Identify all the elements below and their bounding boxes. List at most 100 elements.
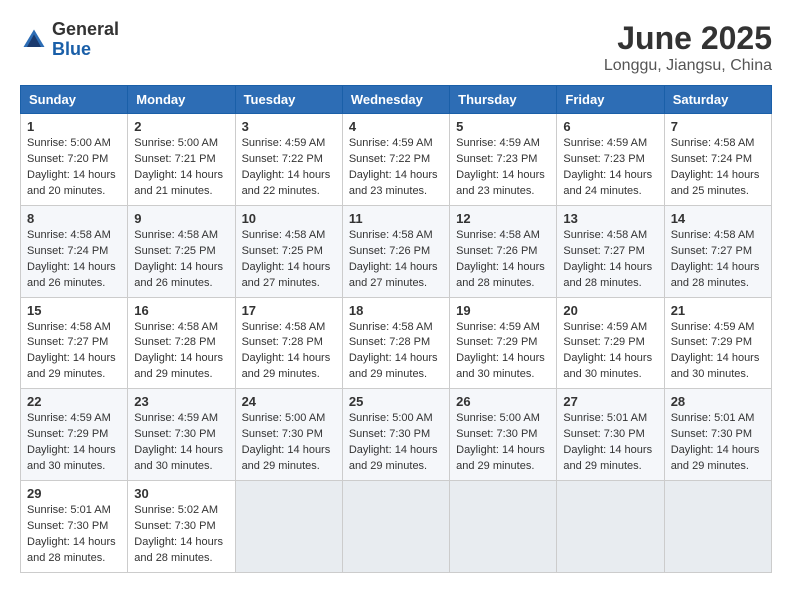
day-info: Sunrise: 4:58 AMSunset: 7:28 PMDaylight:… (242, 320, 336, 384)
day-info: Sunrise: 4:58 AMSunset: 7:26 PMDaylight:… (349, 228, 443, 292)
day-number: 28 (671, 394, 765, 409)
day-number: 15 (27, 303, 121, 318)
table-row: 25 Sunrise: 5:00 AMSunset: 7:30 PMDayligh… (342, 389, 449, 481)
day-number: 5 (456, 119, 550, 134)
table-row: 22Sunrise: 4:59 AMSunset: 7:29 PMDayligh… (21, 389, 128, 481)
day-number: 29 (27, 486, 121, 501)
calendar-week-row: 22Sunrise: 4:59 AMSunset: 7:29 PMDayligh… (21, 389, 772, 481)
day-info: Sunrise: 4:58 AMSunset: 7:27 PMDaylight:… (563, 228, 657, 292)
day-info: Sunrise: 4:59 AMSunset: 7:22 PMDaylight:… (349, 136, 443, 200)
day-number: 23 (134, 394, 228, 409)
day-info: Sunrise: 4:58 AMSunset: 7:28 PMDaylight:… (134, 320, 228, 384)
day-number: 16 (134, 303, 228, 318)
day-info: Sunrise: 4:59 AMSunset: 7:23 PMDaylight:… (456, 136, 550, 200)
day-number: 24 (242, 394, 336, 409)
table-row: 30 Sunrise: 5:02 AMSunset: 7:30 PMDayligh… (128, 481, 235, 573)
table-row: 2 Sunrise: 5:00 AMSunset: 7:21 PMDaylight… (128, 114, 235, 206)
table-row: 28Sunrise: 5:01 AMSunset: 7:30 PMDayligh… (664, 389, 771, 481)
table-row: 3 Sunrise: 4:59 AMSunset: 7:22 PMDaylight… (235, 114, 342, 206)
day-number: 4 (349, 119, 443, 134)
calendar-header-row: Sunday Monday Tuesday Wednesday Thursday… (21, 86, 772, 114)
day-number: 30 (134, 486, 228, 501)
day-info: Sunrise: 4:59 AMSunset: 7:29 PMDaylight:… (456, 320, 550, 384)
calendar-table: Sunday Monday Tuesday Wednesday Thursday… (20, 85, 772, 573)
table-row: 23Sunrise: 4:59 AMSunset: 7:30 PMDayligh… (128, 389, 235, 481)
day-number: 14 (671, 211, 765, 226)
day-info: Sunrise: 5:00 AMSunset: 7:30 PMDaylight:… (456, 411, 550, 475)
header-friday: Friday (557, 86, 664, 114)
header-saturday: Saturday (664, 86, 771, 114)
day-number: 13 (563, 211, 657, 226)
table-row: 14 Sunrise: 4:58 AMSunset: 7:27 PMDayligh… (664, 205, 771, 297)
day-number: 25 (349, 394, 443, 409)
table-row: 9 Sunrise: 4:58 AMSunset: 7:25 PMDaylight… (128, 205, 235, 297)
day-number: 22 (27, 394, 121, 409)
day-info: Sunrise: 4:59 AMSunset: 7:29 PMDaylight:… (671, 320, 765, 384)
day-number: 8 (27, 211, 121, 226)
day-info: Sunrise: 4:59 AMSunset: 7:22 PMDaylight:… (242, 136, 336, 200)
table-row: 17 Sunrise: 4:58 AMSunset: 7:28 PMDayligh… (235, 297, 342, 389)
day-info: Sunrise: 4:58 AMSunset: 7:24 PMDaylight:… (671, 136, 765, 200)
day-number: 21 (671, 303, 765, 318)
day-info: Sunrise: 5:01 AMSunset: 7:30 PMDaylight:… (563, 411, 657, 475)
calendar-week-row: 15Sunrise: 4:58 AMSunset: 7:27 PMDayligh… (21, 297, 772, 389)
day-number: 20 (563, 303, 657, 318)
table-row (342, 481, 449, 573)
day-number: 27 (563, 394, 657, 409)
title-block: June 2025 Longgu, Jiangsu, China (604, 20, 772, 75)
day-info: Sunrise: 5:00 AMSunset: 7:30 PMDaylight:… (242, 411, 336, 475)
table-row (664, 481, 771, 573)
month-title: June 2025 (604, 20, 772, 57)
table-row (450, 481, 557, 573)
calendar-week-row: 1 Sunrise: 5:00 AMSunset: 7:20 PMDaylight… (21, 114, 772, 206)
table-row: 1 Sunrise: 5:00 AMSunset: 7:20 PMDaylight… (21, 114, 128, 206)
table-row: 18 Sunrise: 4:58 AMSunset: 7:28 PMDayligh… (342, 297, 449, 389)
day-info: Sunrise: 5:00 AMSunset: 7:20 PMDaylight:… (27, 136, 121, 200)
calendar-week-row: 29 Sunrise: 5:01 AMSunset: 7:30 PMDayligh… (21, 481, 772, 573)
day-info: Sunrise: 5:00 AMSunset: 7:30 PMDaylight:… (349, 411, 443, 475)
day-info: Sunrise: 4:58 AMSunset: 7:25 PMDaylight:… (134, 228, 228, 292)
logo-general-text: General (52, 20, 119, 40)
table-row: 12Sunrise: 4:58 AMSunset: 7:26 PMDayligh… (450, 205, 557, 297)
day-number: 10 (242, 211, 336, 226)
table-row: 10 Sunrise: 4:58 AMSunset: 7:25 PMDayligh… (235, 205, 342, 297)
calendar-week-row: 8 Sunrise: 4:58 AMSunset: 7:24 PMDaylight… (21, 205, 772, 297)
day-number: 3 (242, 119, 336, 134)
table-row: 13 Sunrise: 4:58 AMSunset: 7:27 PMDayligh… (557, 205, 664, 297)
header-wednesday: Wednesday (342, 86, 449, 114)
day-info: Sunrise: 5:02 AMSunset: 7:30 PMDaylight:… (134, 503, 228, 567)
table-row: 11Sunrise: 4:58 AMSunset: 7:26 PMDayligh… (342, 205, 449, 297)
day-info: Sunrise: 4:58 AMSunset: 7:24 PMDaylight:… (27, 228, 121, 292)
day-number: 1 (27, 119, 121, 134)
header-tuesday: Tuesday (235, 86, 342, 114)
day-info: Sunrise: 4:58 AMSunset: 7:27 PMDaylight:… (671, 228, 765, 292)
day-number: 18 (349, 303, 443, 318)
day-info: Sunrise: 5:01 AMSunset: 7:30 PMDaylight:… (27, 503, 121, 567)
header-thursday: Thursday (450, 86, 557, 114)
table-row: 26Sunrise: 5:00 AMSunset: 7:30 PMDayligh… (450, 389, 557, 481)
table-row: 6Sunrise: 4:59 AMSunset: 7:23 PMDaylight… (557, 114, 664, 206)
day-number: 19 (456, 303, 550, 318)
day-info: Sunrise: 4:58 AMSunset: 7:25 PMDaylight:… (242, 228, 336, 292)
day-number: 17 (242, 303, 336, 318)
table-row: 5 Sunrise: 4:59 AMSunset: 7:23 PMDaylight… (450, 114, 557, 206)
day-number: 6 (563, 119, 657, 134)
table-row (557, 481, 664, 573)
header-sunday: Sunday (21, 86, 128, 114)
day-number: 7 (671, 119, 765, 134)
day-number: 12 (456, 211, 550, 226)
table-row: 27 Sunrise: 5:01 AMSunset: 7:30 PMDayligh… (557, 389, 664, 481)
day-info: Sunrise: 5:00 AMSunset: 7:21 PMDaylight:… (134, 136, 228, 200)
header-monday: Monday (128, 86, 235, 114)
day-number: 9 (134, 211, 228, 226)
table-row: 15Sunrise: 4:58 AMSunset: 7:27 PMDayligh… (21, 297, 128, 389)
location-text: Longgu, Jiangsu, China (604, 57, 772, 75)
page-header: General Blue June 2025 Longgu, Jiangsu, … (20, 20, 772, 75)
logo-blue-text: Blue (52, 40, 119, 60)
table-row: 20Sunrise: 4:59 AMSunset: 7:29 PMDayligh… (557, 297, 664, 389)
day-number: 2 (134, 119, 228, 134)
day-info: Sunrise: 4:58 AMSunset: 7:28 PMDaylight:… (349, 320, 443, 384)
table-row: 21 Sunrise: 4:59 AMSunset: 7:29 PMDayligh… (664, 297, 771, 389)
table-row: 24 Sunrise: 5:00 AMSunset: 7:30 PMDayligh… (235, 389, 342, 481)
table-row: 4 Sunrise: 4:59 AMSunset: 7:22 PMDaylight… (342, 114, 449, 206)
